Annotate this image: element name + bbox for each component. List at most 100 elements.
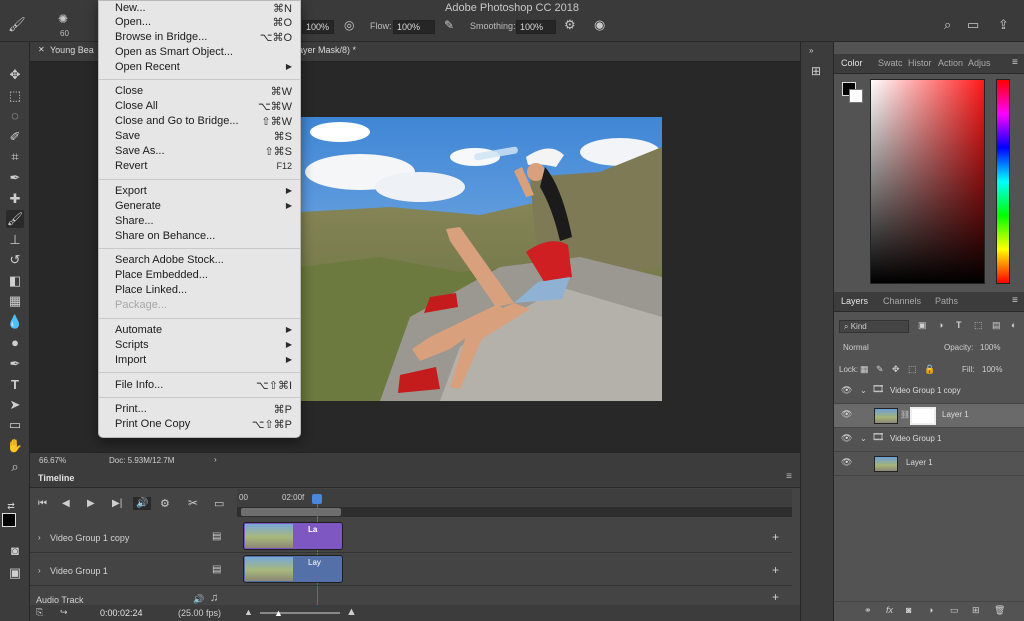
filter-adjust-icon[interactable]: ◑ xyxy=(938,320,943,330)
layer-filter-select[interactable]: ⌕ Kind xyxy=(839,320,909,333)
link-layers-icon[interactable]: ⚭ xyxy=(864,605,872,616)
zoom-in-icon[interactable]: ▲ xyxy=(346,606,357,618)
menu-item-open-recent[interactable]: Open Recent ▶ xyxy=(99,60,300,75)
settings-icon[interactable]: ⚙ xyxy=(160,497,170,510)
document-image[interactable] xyxy=(300,117,662,401)
lock-artboard-icon[interactable]: ⬚ xyxy=(908,364,917,375)
eraser-tool-icon[interactable]: ◧ xyxy=(6,272,24,290)
track-expand-icon[interactable]: › xyxy=(38,533,41,542)
status-menu-icon[interactable]: › xyxy=(214,455,217,464)
hue-slider[interactable] xyxy=(996,79,1010,284)
smoothing-settings-icon[interactable]: ⚙ xyxy=(564,17,576,33)
menu-item-share-behance[interactable]: Share on Behance... xyxy=(99,229,300,244)
search-icon[interactable]: ⌕ xyxy=(944,17,951,33)
dodge-tool-icon[interactable]: ● xyxy=(6,334,24,352)
fill-field[interactable]: 100% xyxy=(982,365,1002,374)
filter-shape-icon[interactable]: ⬚ xyxy=(974,320,983,331)
layer-row[interactable]: 👁 Layer 1 xyxy=(834,452,1024,476)
adjustment-layer-icon[interactable]: ◑ xyxy=(928,605,933,615)
shape-tool-icon[interactable]: ▭ xyxy=(6,416,24,434)
menu-item-close-go-bridge[interactable]: Close and Go to Bridge... ⇧⌘W xyxy=(99,114,300,129)
group-expand-icon[interactable]: ⌄ xyxy=(860,434,867,443)
layer-mask-thumbnail[interactable] xyxy=(910,407,936,425)
quick-mask-icon[interactable]: ◙ xyxy=(6,542,24,560)
menu-item-import[interactable]: Import ▶ xyxy=(99,353,300,368)
tab-actions[interactable]: Action xyxy=(938,58,963,68)
collapse-dock-icon[interactable]: » xyxy=(809,46,813,55)
hand-tool-icon[interactable]: ✋ xyxy=(6,437,24,455)
eyedropper-tool-icon[interactable]: ✒ xyxy=(6,169,24,187)
timeline-zoom-slider[interactable] xyxy=(260,612,340,614)
panel-menu-icon[interactable]: ≡ xyxy=(1012,295,1018,306)
menu-item-new[interactable]: New... ⌘N xyxy=(99,1,300,16)
menu-item-place-linked[interactable]: Place Linked... xyxy=(99,283,300,298)
timeline-menu-icon[interactable]: ≡ xyxy=(786,471,792,482)
brush-preset-icon[interactable]: ✺ xyxy=(58,12,68,26)
menu-item-generate[interactable]: Generate ▶ xyxy=(99,199,300,214)
color-field[interactable] xyxy=(870,79,985,284)
brush-tool-icon[interactable]: 🖌 xyxy=(6,210,24,228)
layer-row[interactable]: 👁 ⌄ 🎞 Video Group 1 copy xyxy=(834,380,1024,404)
next-frame-icon[interactable]: ▶| xyxy=(112,498,122,509)
layer-opacity-field[interactable]: 100% xyxy=(980,343,1000,352)
audio-icon[interactable]: 🔊 xyxy=(133,497,152,510)
lock-all-icon[interactable]: 🔒 xyxy=(924,364,935,375)
add-media-icon[interactable]: + xyxy=(772,563,779,577)
layer-row[interactable]: 👁 ⛓ Layer 1 xyxy=(834,404,1024,428)
visibility-eye-icon[interactable]: 👁 xyxy=(841,457,852,468)
menu-item-search-stock[interactable]: Search Adobe Stock... xyxy=(99,253,300,268)
lock-pixels-icon[interactable]: ▦ xyxy=(860,364,869,375)
lock-paint-icon[interactable]: ✎ xyxy=(876,364,884,375)
tab-color[interactable]: Color xyxy=(841,58,863,68)
pressure-opacity-icon[interactable]: ◎ xyxy=(344,18,354,32)
zoom-out-icon[interactable]: ▲ xyxy=(244,607,253,617)
add-audio-icon[interactable]: + xyxy=(772,590,779,604)
panel-menu-icon[interactable]: ≡ xyxy=(1012,57,1018,68)
filter-toggle-icon[interactable]: ◐ xyxy=(1011,320,1016,330)
tab-paths[interactable]: Paths xyxy=(935,296,958,306)
gradient-tool-icon[interactable]: ▦ xyxy=(6,292,24,310)
tab-history[interactable]: Histor xyxy=(908,58,932,68)
play-icon[interactable]: ▶ xyxy=(87,498,95,509)
workspace-icon[interactable]: ▭ xyxy=(967,17,979,33)
split-icon[interactable]: ✂ xyxy=(188,496,198,510)
filter-smart-icon[interactable]: ▤ xyxy=(992,320,1001,331)
fx-icon[interactable]: fx xyxy=(886,605,893,615)
new-group-icon[interactable]: ▭ xyxy=(950,605,959,616)
menu-item-print-one-copy[interactable]: Print One Copy ⌥⇧⌘P xyxy=(99,417,300,432)
mute-icon[interactable]: 🔊 xyxy=(193,594,204,605)
tab-channels[interactable]: Channels xyxy=(883,296,921,306)
video-clip[interactable]: La xyxy=(243,522,343,550)
properties-icon[interactable]: ⊞ xyxy=(811,64,821,78)
move-tool-icon[interactable]: ✥ xyxy=(6,66,24,84)
close-tab-icon[interactable]: ✕ xyxy=(38,45,45,54)
menu-item-scripts[interactable]: Scripts ▶ xyxy=(99,338,300,353)
screen-mode-icon[interactable]: ▣ xyxy=(6,564,24,582)
menu-item-share[interactable]: Share... xyxy=(99,214,300,229)
quick-select-tool-icon[interactable]: ✐ xyxy=(6,128,24,146)
airbrush-icon[interactable]: ✎ xyxy=(444,18,454,32)
menu-item-print[interactable]: Print... ⌘P xyxy=(99,402,300,417)
track-media-icon[interactable]: ▤ xyxy=(212,564,221,575)
filter-type-icon[interactable]: T xyxy=(956,320,962,330)
foreground-color-swatch[interactable] xyxy=(2,513,16,527)
stamp-tool-icon[interactable]: ⊥ xyxy=(6,231,24,249)
lock-move-icon[interactable]: ✥ xyxy=(892,364,900,375)
layer-row[interactable]: 👁 ⌄ 🎞 Video Group 1 xyxy=(834,428,1024,452)
pressure-size-icon[interactable]: ◉ xyxy=(594,17,605,33)
doc-tab-1[interactable]: Young Bea xyxy=(50,45,94,55)
mask-link-icon[interactable]: ⛓ xyxy=(900,410,910,419)
opacity-field[interactable]: 100% xyxy=(302,20,334,34)
flow-field[interactable]: 100% xyxy=(393,20,435,34)
menu-item-open-smart-object[interactable]: Open as Smart Object... xyxy=(99,45,300,60)
filter-pixel-icon[interactable]: ▣ xyxy=(918,320,927,331)
add-mask-icon[interactable]: ◙ xyxy=(906,605,911,615)
path-select-tool-icon[interactable]: ➤ xyxy=(6,396,24,414)
menu-item-close[interactable]: Close ⌘W xyxy=(99,84,300,99)
brush-tool-icon[interactable]: 🖌 xyxy=(8,16,26,33)
tab-adjustments[interactable]: Adjus xyxy=(968,58,991,68)
lasso-tool-icon[interactable]: ◌ xyxy=(6,107,24,125)
timeline-title[interactable]: Timeline xyxy=(38,473,74,483)
menu-item-place-embedded[interactable]: Place Embedded... xyxy=(99,268,300,283)
menu-item-file-info[interactable]: File Info... ⌥⇧⌘I xyxy=(99,378,300,393)
